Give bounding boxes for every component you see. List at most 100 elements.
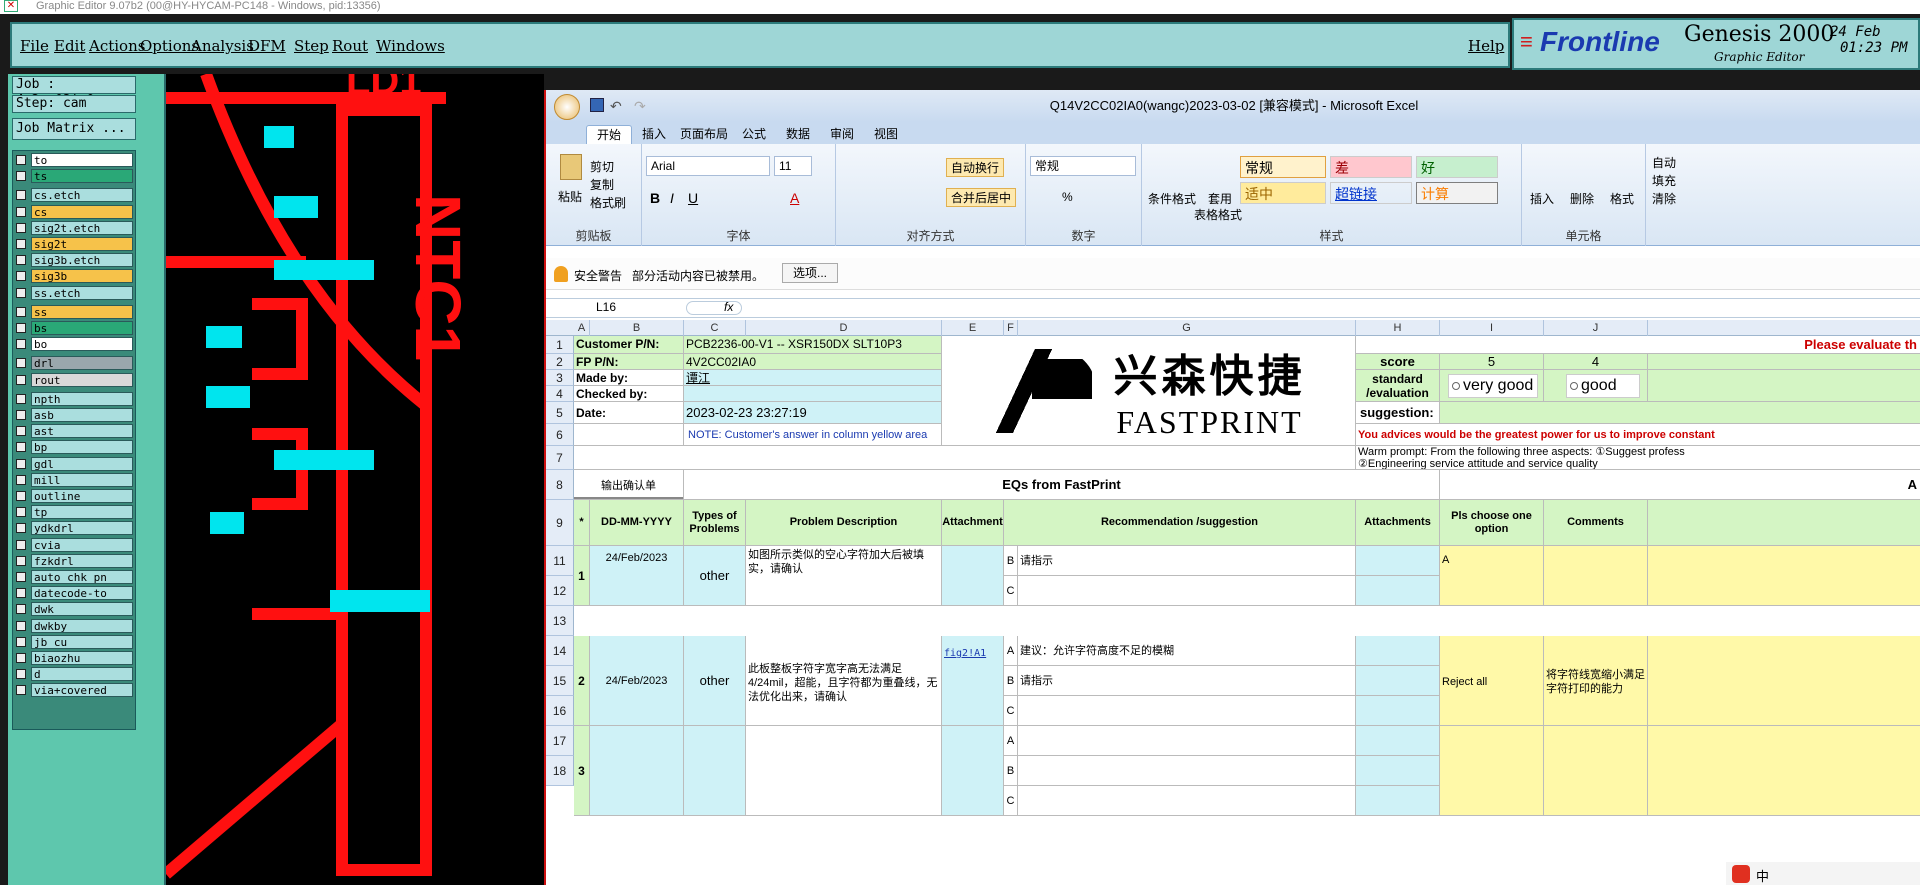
layer-name[interactable]: sig2t bbox=[31, 237, 133, 251]
layer-name[interactable]: mill bbox=[31, 472, 133, 487]
layer-row[interactable]: ast bbox=[15, 424, 133, 439]
layer-checkbox[interactable] bbox=[16, 410, 26, 420]
layer-row[interactable]: rout bbox=[15, 372, 133, 387]
layer-row[interactable]: sig3b bbox=[15, 269, 133, 284]
cell-output-confirm[interactable]: 输出确认单 bbox=[574, 470, 684, 500]
font-size-box[interactable]: 11 bbox=[774, 156, 812, 176]
layer-row[interactable]: npth bbox=[15, 391, 133, 406]
row-header[interactable]: 18 bbox=[546, 756, 574, 786]
column-header[interactable]: I bbox=[1440, 320, 1544, 336]
eq-type[interactable]: other bbox=[684, 636, 746, 726]
font-color-icon[interactable]: A bbox=[790, 190, 799, 206]
layer-name[interactable]: datecode-to bbox=[31, 586, 133, 601]
eq-option-text[interactable]: 请指示 bbox=[1018, 546, 1356, 576]
layer-name[interactable]: bp bbox=[31, 440, 133, 455]
eq-option-key[interactable]: B bbox=[1004, 666, 1018, 696]
cell-column-title[interactable]: Problem Description bbox=[746, 500, 942, 546]
column-header[interactable]: F bbox=[1004, 320, 1018, 336]
eq-attachment[interactable]: fig2!A1 bbox=[942, 636, 1004, 726]
eq-description[interactable]: 此板整板字符字宽字高无法满足4/24mil，超能，且字符都为重叠线，无法优化出来… bbox=[746, 636, 942, 726]
eq-attachments[interactable] bbox=[1356, 756, 1440, 786]
layer-row[interactable]: ydkdrl bbox=[15, 521, 133, 536]
layer-checkbox[interactable] bbox=[16, 426, 26, 437]
row-header[interactable]: 1 bbox=[546, 336, 574, 354]
layer-name[interactable]: drl bbox=[31, 356, 133, 371]
cell-label[interactable]: Checked by: bbox=[574, 386, 684, 402]
layer-checkbox[interactable] bbox=[16, 222, 26, 233]
layer-checkbox[interactable] bbox=[16, 255, 26, 266]
eq-attachments[interactable] bbox=[1356, 636, 1440, 666]
cell-empty[interactable] bbox=[574, 424, 684, 446]
menu-actions[interactable]: Actions bbox=[89, 37, 145, 55]
delete-cells-button[interactable]: 删除 bbox=[1570, 190, 1594, 207]
layer-row[interactable]: cvia bbox=[15, 537, 133, 552]
layer-name[interactable]: dwk bbox=[31, 602, 133, 617]
layer-checkbox[interactable] bbox=[16, 323, 26, 333]
fill-button[interactable]: 填充 bbox=[1652, 172, 1676, 189]
eq-option-text[interactable] bbox=[1018, 576, 1356, 606]
cell-a-header[interactable]: A bbox=[1440, 470, 1920, 500]
tab-data[interactable]: 数据 bbox=[776, 125, 820, 143]
layer-checkbox[interactable] bbox=[16, 636, 26, 647]
layer-name[interactable]: sig3b.etch bbox=[31, 253, 133, 268]
row-header[interactable]: 15 bbox=[546, 666, 574, 696]
menu-file[interactable]: File bbox=[20, 37, 49, 55]
italic-button[interactable]: I bbox=[670, 190, 674, 206]
row-header[interactable]: 7 bbox=[546, 446, 574, 470]
row-header[interactable]: 5 bbox=[546, 402, 574, 424]
cell-suggestion-label[interactable]: suggestion: bbox=[1356, 402, 1440, 424]
eq-option-text[interactable] bbox=[1018, 786, 1356, 816]
layer-row[interactable]: bo bbox=[15, 337, 133, 352]
layer-name[interactable]: ast bbox=[31, 424, 133, 439]
eq-comment-extra[interactable] bbox=[1648, 636, 1920, 726]
cell-note[interactable]: NOTE: Customer's answer in column yellow… bbox=[684, 424, 942, 446]
radio-very-good[interactable] bbox=[1452, 382, 1460, 390]
layer-name[interactable]: ss.etch bbox=[31, 285, 133, 300]
layer-row[interactable]: dwk bbox=[15, 602, 133, 617]
layer-row[interactable]: ts bbox=[15, 169, 133, 184]
cell-label[interactable]: Date: bbox=[574, 402, 684, 424]
eq-choice[interactable]: Reject all bbox=[1440, 636, 1544, 726]
row-header[interactable]: 2 bbox=[546, 354, 574, 370]
cell-eval-very-good[interactable]: very good bbox=[1440, 370, 1544, 402]
cell-score-5[interactable]: 5 bbox=[1440, 354, 1544, 370]
job-matrix-button[interactable]: Job Matrix ... bbox=[12, 118, 136, 140]
cell-please-evaluate[interactable]: Please evaluate th bbox=[1356, 336, 1920, 354]
cell-eval-good[interactable]: good bbox=[1544, 370, 1648, 402]
bold-button[interactable]: B bbox=[650, 190, 660, 206]
layer-name[interactable]: d bbox=[31, 667, 133, 682]
layer-checkbox[interactable] bbox=[16, 507, 26, 518]
cell-eng-quality[interactable]: ②Engineering service attitude and servic… bbox=[1356, 458, 1920, 470]
layer-checkbox[interactable] bbox=[16, 442, 26, 453]
layer-name[interactable]: cs.etch bbox=[31, 188, 133, 203]
style-good[interactable]: 好 bbox=[1416, 156, 1498, 178]
cell-eval-more[interactable] bbox=[1648, 370, 1920, 402]
style-calculation[interactable]: 计算 bbox=[1416, 182, 1498, 204]
eq-comment[interactable] bbox=[1544, 546, 1648, 606]
layer-name[interactable]: jb_cu bbox=[31, 634, 133, 649]
layer-checkbox[interactable] bbox=[16, 669, 26, 680]
layer-name[interactable]: cs bbox=[31, 204, 133, 219]
tab-page-layout[interactable]: 页面布局 bbox=[670, 125, 738, 143]
cell-customer-pn[interactable]: PCB2236-00-V1 -- XSR150DX SLT10P3 bbox=[684, 336, 942, 354]
layer-name[interactable]: bs bbox=[31, 321, 133, 335]
menu-step[interactable]: Step bbox=[294, 37, 329, 55]
eq-type[interactable] bbox=[684, 726, 746, 816]
cell-score-3[interactable] bbox=[1648, 354, 1920, 370]
eq-comment-extra[interactable] bbox=[1648, 726, 1920, 816]
layer-name[interactable]: biaozhu bbox=[31, 651, 133, 665]
tab-formulas[interactable]: 公式 bbox=[732, 125, 776, 143]
menu-help[interactable]: Help bbox=[1468, 37, 1504, 55]
tab-view[interactable]: 视图 bbox=[864, 125, 908, 143]
column-header[interactable]: H bbox=[1356, 320, 1440, 336]
layer-name[interactable]: to bbox=[31, 153, 133, 167]
eq-attachment[interactable] bbox=[942, 726, 1004, 816]
style-bad[interactable]: 差 bbox=[1330, 156, 1412, 178]
layer-checkbox[interactable] bbox=[16, 523, 26, 534]
row-header[interactable]: 4 bbox=[546, 386, 574, 402]
menu-dfm[interactable]: DFM bbox=[248, 37, 286, 55]
eq-attachments[interactable] bbox=[1356, 576, 1440, 606]
fx-icon[interactable]: fx bbox=[724, 300, 733, 314]
layer-name[interactable]: outline bbox=[31, 489, 133, 503]
eq-description[interactable]: 如图所示类似的空心字符加大后被填实，请确认 bbox=[746, 546, 942, 606]
